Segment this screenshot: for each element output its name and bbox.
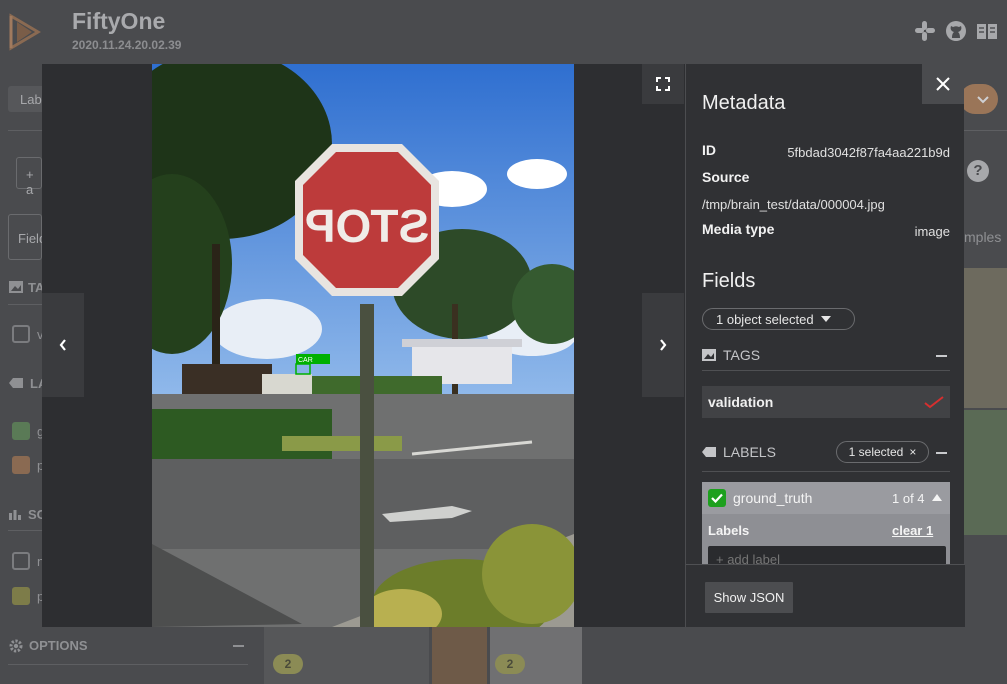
bg-checkbox[interactable] <box>12 587 30 605</box>
image-icon <box>9 281 23 293</box>
next-icon <box>660 339 667 351</box>
chevron-down-icon <box>977 96 989 104</box>
detection-label: CAR <box>298 357 313 364</box>
tags-section-header[interactable]: TAGS <box>702 340 950 370</box>
close-icon <box>936 77 950 91</box>
collapse-options-icon[interactable] <box>233 645 244 647</box>
add-stage-button[interactable]: + a <box>16 157 42 197</box>
dataset-version: 2020.11.24.20.02.39 <box>72 38 182 52</box>
clear-labels-link[interactable]: clear 1 <box>892 523 933 538</box>
logo-icon[interactable] <box>8 12 42 52</box>
id-value: 5fbdad3042f87fa4aa221b9d <box>787 145 950 160</box>
caret-down-icon <box>820 316 831 322</box>
help-icon[interactable]: ? <box>967 160 989 182</box>
source-value: /tmp/brain_test/data/000004.jpg <box>702 197 885 212</box>
options-section[interactable]: OPTIONS <box>29 638 88 653</box>
ground-truth-header[interactable]: ground_truth 1 of 4 <box>702 482 950 514</box>
fullscreen-button[interactable] <box>642 64 684 104</box>
thumbnail[interactable] <box>432 627 487 684</box>
fields-search[interactable]: Field <box>8 214 46 260</box>
image-viewer: STOP CAR <box>42 64 685 627</box>
selection-label: 1 object selected <box>716 311 814 327</box>
sample-modal: STOP CAR Metadata ID 5fbdad3042f87fa4aa2… <box>42 64 965 627</box>
metadata-sidebar: Metadata ID 5fbdad3042f87fa4aa221b9d Sou… <box>685 64 965 627</box>
label-tag-icon <box>9 378 23 388</box>
source-label: Source <box>702 169 750 185</box>
thumbnail[interactable] <box>964 268 1007 408</box>
check-icon <box>711 493 723 503</box>
fields-heading: Fields <box>702 270 756 292</box>
count-badge: 2 <box>273 654 303 674</box>
bg-checkbox[interactable] <box>12 552 30 570</box>
thumbnail[interactable] <box>964 410 1007 535</box>
labels-section-label: LABELS <box>723 444 776 460</box>
labels-selected-pill[interactable]: 1 selected × <box>836 441 929 463</box>
collapse-labels-icon[interactable] <box>936 452 947 454</box>
sample-image[interactable]: STOP CAR <box>152 64 574 627</box>
github-icon[interactable] <box>945 20 967 42</box>
media-type-value: image <box>914 224 950 239</box>
bg-checkbox[interactable] <box>12 422 30 440</box>
close-modal-button[interactable] <box>922 64 964 104</box>
labels-selected-count: 1 selected <box>848 445 904 459</box>
samples-label: mples <box>964 229 1002 245</box>
media-type-label: Media type <box>702 221 775 237</box>
gear-icon <box>9 639 23 653</box>
tags-section-label: TAGS <box>723 347 761 363</box>
app-title: FiftyOne <box>72 8 166 34</box>
bar-chart-icon <box>9 510 21 520</box>
labels-subheading: Labels <box>708 523 750 538</box>
collapse-tags-icon[interactable] <box>936 355 947 357</box>
expand-icon <box>656 77 670 91</box>
next-sample-button[interactable] <box>642 293 684 397</box>
chevron-up-icon[interactable] <box>932 494 942 501</box>
bg-checkbox[interactable] <box>12 325 30 343</box>
bg-checkbox[interactable] <box>12 456 30 474</box>
sidebar-footer: Show JSON <box>686 564 965 627</box>
book-icon[interactable] <box>976 20 998 42</box>
clear-selection-icon[interactable]: × <box>909 445 916 459</box>
prev-icon <box>59 339 66 351</box>
ground-truth-checkbox[interactable] <box>708 489 726 507</box>
ground-truth-count: 1 of 4 <box>892 491 925 506</box>
app-header: FiftyOne 2020.11.24.20.02.39 <box>0 0 1007 60</box>
accent-dropdown[interactable] <box>960 84 998 114</box>
ground-truth-name: ground_truth <box>733 490 813 506</box>
label-tag-icon <box>702 447 716 457</box>
slack-icon[interactable] <box>914 20 936 42</box>
show-json-button[interactable]: Show JSON <box>705 582 793 613</box>
tag-row-validation[interactable]: validation <box>702 386 950 418</box>
id-label: ID <box>702 142 716 158</box>
metadata-heading: Metadata <box>702 92 786 114</box>
ground-truth-field: ground_truth 1 of 4 Labels clear 1 <box>702 482 950 572</box>
tag-value: validation <box>708 394 774 410</box>
count-badge: 2 <box>495 654 525 674</box>
check-icon[interactable] <box>924 395 944 409</box>
stop-sign-text: STOP <box>305 200 429 252</box>
image-icon <box>702 349 716 361</box>
previous-sample-button[interactable] <box>42 293 84 397</box>
selection-dropdown[interactable]: 1 object selected <box>702 308 855 330</box>
